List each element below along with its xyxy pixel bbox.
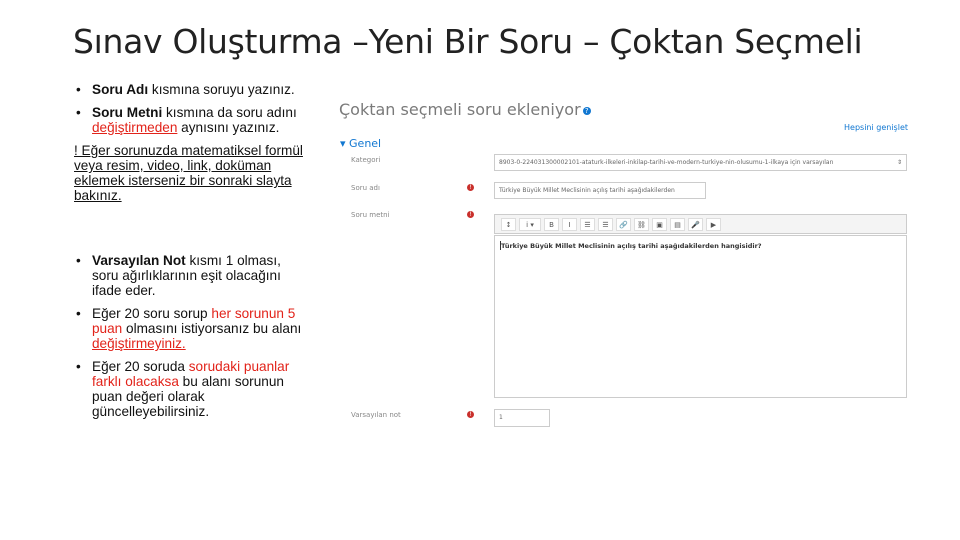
toolbar-toggle-button[interactable]: ↕ [501, 217, 516, 231]
bullet-text: kısmına da soru adını [162, 105, 297, 120]
form-heading-text: Çoktan seçmeli soru ekleniyor [339, 100, 581, 119]
toolbar-image-button[interactable]: ▣ [652, 217, 667, 231]
question-text-label: Soru metni [351, 211, 390, 219]
bold-term: Soru Metni [92, 105, 163, 120]
toolbar-bold-button[interactable]: B [544, 217, 559, 231]
bold-term: Soru Adı [92, 82, 149, 97]
bullet-text: kısmına soruyu yazınız. [148, 82, 295, 97]
question-circle-icon[interactable]: ? [582, 106, 591, 115]
highlight-text: değiştirmeden [92, 120, 178, 135]
highlight-text: değiştirmeyiniz. [92, 336, 186, 351]
bullet-dot: • [76, 359, 81, 374]
bullet-default-mark: • Varsayılan Not kısmı 1 olması, soru ağ… [74, 253, 310, 298]
toolbar-numbered-list-button[interactable]: ☰ [598, 217, 613, 231]
editor-toolbar: ↕ i ▾ B I ☰ ☰ 🔗 ⛓ ▣ ▤ 🎤 ▶ [494, 214, 907, 234]
required-icon: ! [467, 411, 474, 418]
category-value: 8903-0-224031300002101-ataturk-ilkeleri-… [499, 159, 834, 166]
bold-term: Varsayılan Not [92, 253, 186, 268]
bullet-dot: • [76, 105, 81, 120]
bullet-text: olmasını istiyorsanız bu alanı [122, 321, 302, 336]
section-general[interactable]: ▾ Genel [340, 137, 381, 150]
bullet-dot: • [76, 82, 81, 97]
select-arrow-icon: ⇕ [896, 155, 902, 170]
section-label: Genel [349, 137, 382, 150]
category-select[interactable]: 8903-0-224031300002101-ataturk-ilkeleri-… [494, 154, 907, 171]
bullet-question-name: • Soru Adı kısmına soruyu yazınız. [74, 82, 310, 97]
bullet-dot: • [76, 306, 81, 321]
required-icon: ! [467, 184, 474, 191]
bullet-text: Eğer 20 soruda [92, 359, 189, 374]
toolbar-video-button[interactable]: ▶ [706, 217, 721, 231]
default-mark-label: Varsayılan not [351, 411, 401, 419]
toolbar-italic-button[interactable]: I [562, 217, 577, 231]
bullet-text: Eğer 20 soru sorup [92, 306, 212, 321]
moodle-screenshot: Çoktan seçmeli soru ekleniyor? Hepsini g… [322, 80, 918, 432]
default-mark-input[interactable]: 1 [494, 409, 550, 427]
toolbar-info-button[interactable]: i ▾ [519, 217, 541, 231]
toolbar-unlink-button[interactable]: ⛓ [634, 217, 649, 231]
warning-note: ! Eğer sorunuzda matematiksel formül vey… [74, 143, 303, 203]
slide-title: Sınav Oluşturma –Yeni Bir Soru – Çoktan … [73, 22, 863, 61]
notes-panel: • Soru Adı kısmına soruyu yazınız. • Sor… [74, 82, 310, 427]
required-icon: ! [467, 211, 474, 218]
question-name-input[interactable]: Türkiye Büyük Millet Meclisinin açılış t… [494, 182, 706, 199]
toolbar-media-button[interactable]: ▤ [670, 217, 685, 231]
bullet-text: aynısını yazınız. [177, 120, 280, 135]
bullet-question-text: • Soru Metni kısmına da soru adını değiş… [74, 105, 310, 135]
editor-content: Türkiye Büyük Millet Meclisinin açılış t… [501, 242, 762, 250]
question-text-editor[interactable]: Türkiye Büyük Millet Meclisinin açılış t… [494, 235, 907, 398]
toolbar-link-button[interactable]: 🔗 [616, 217, 631, 231]
form-heading: Çoktan seçmeli soru ekleniyor? [339, 100, 591, 119]
question-name-label: Soru adı [351, 184, 380, 192]
toolbar-audio-button[interactable]: 🎤 [688, 217, 703, 231]
expand-all-link[interactable]: Hepsini genişlet [844, 123, 908, 132]
bullet-different-points: • Eğer 20 soruda sorudaki puanlar farklı… [74, 359, 310, 419]
category-label: Kategori [351, 156, 381, 164]
bullet-equal-points: • Eğer 20 soru sorup her sorunun 5 puan … [74, 306, 310, 351]
bullet-dot: • [76, 253, 81, 268]
toolbar-bullet-list-button[interactable]: ☰ [580, 217, 595, 231]
